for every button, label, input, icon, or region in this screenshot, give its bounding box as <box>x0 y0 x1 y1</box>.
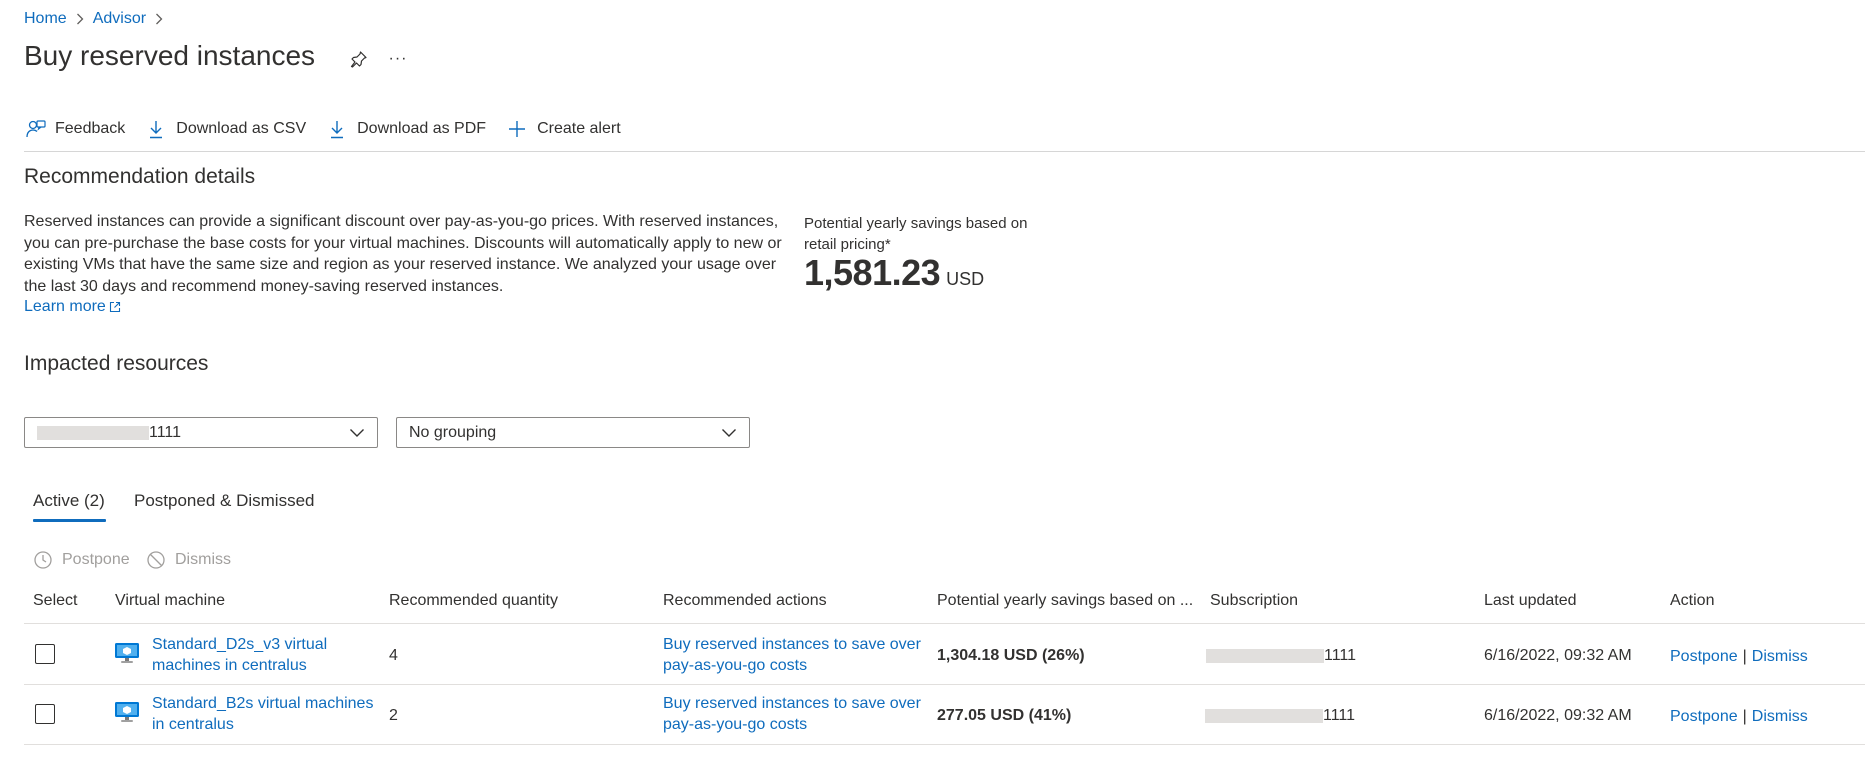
column-header-last-updated[interactable]: Last updated <box>1484 592 1577 610</box>
column-header-action: Action <box>1670 592 1715 609</box>
savings-label: Potential yearly savings based on retail… <box>804 215 1028 253</box>
learn-more-link[interactable]: Learn more <box>24 298 121 316</box>
feedback-icon <box>24 118 46 140</box>
recommended-quantity: 2 <box>389 707 398 724</box>
vm-name-link[interactable]: Standard_B2s virtual machines in central… <box>152 693 382 735</box>
tab-active[interactable]: Active (2) <box>33 491 105 511</box>
recommendation-description: Reserved instances can provide a signifi… <box>24 213 782 295</box>
tab-active-indicator <box>33 519 106 522</box>
chevron-down-icon <box>349 428 365 438</box>
column-header-virtual-machine[interactable]: Virtual machine <box>115 592 225 610</box>
create-alert-label: Create alert <box>537 120 621 137</box>
postpone-label: Postpone <box>62 551 130 568</box>
clock-icon <box>33 550 53 570</box>
last-updated: 6/16/2022, 09:32 AM <box>1484 647 1632 664</box>
subscription-value: 1111 <box>1206 645 1356 666</box>
download-icon <box>145 118 167 140</box>
download-pdf-button[interactable]: Download as PDF <box>326 118 486 140</box>
column-header-quantity[interactable]: Recommended quantity <box>389 592 558 610</box>
column-header-recommended-actions[interactable]: Recommended actions <box>663 592 827 610</box>
download-csv-label: Download as CSV <box>176 120 307 137</box>
vm-icon <box>114 642 140 667</box>
redacted-subscription <box>1205 708 1323 723</box>
download-csv-button[interactable]: Download as CSV <box>145 118 306 140</box>
row-select-checkbox[interactable] <box>35 704 55 724</box>
savings-summary: 1,581.23 USD <box>804 252 984 294</box>
redacted-subscription <box>1206 648 1324 663</box>
subscription-filter-dropdown[interactable]: 1111 <box>24 417 378 448</box>
dismiss-label: Dismiss <box>175 551 231 568</box>
row-divider <box>24 744 1865 745</box>
breadcrumb: Home Advisor <box>24 8 172 30</box>
column-header-subscription[interactable]: Subscription <box>1210 592 1298 610</box>
more-icon[interactable]: ··· <box>387 48 409 70</box>
toolbar-divider <box>24 151 1865 152</box>
page-title: Buy reserved instances <box>24 40 316 71</box>
column-header-select: Select <box>33 592 78 609</box>
tab-postponed-dismissed[interactable]: Postponed & Dismissed <box>134 491 314 511</box>
postpone-button[interactable]: Postpone <box>33 550 130 570</box>
chevron-right-icon <box>76 13 84 25</box>
row-divider <box>24 684 1865 685</box>
impacted-resources-title: Impacted resources <box>24 352 209 375</box>
breadcrumb-home[interactable]: Home <box>24 10 67 28</box>
chevron-down-icon <box>721 428 737 438</box>
recommended-quantity: 4 <box>389 647 398 664</box>
row-postpone-link[interactable]: Postpone <box>1670 648 1738 665</box>
external-link-icon <box>109 301 121 313</box>
last-updated: 6/16/2022, 09:32 AM <box>1484 707 1632 724</box>
recommended-action-link[interactable]: Buy reserved instances to save over pay-… <box>663 634 923 676</box>
savings-unit: USD <box>946 269 985 289</box>
row-dismiss-link[interactable]: Dismiss <box>1752 708 1808 725</box>
column-header-savings[interactable]: Potential yearly savings based on ... <box>937 592 1193 610</box>
feedback-label: Feedback <box>55 120 126 137</box>
recommended-action-link[interactable]: Buy reserved instances to save over pay-… <box>663 693 923 735</box>
feedback-button[interactable]: Feedback <box>24 118 125 140</box>
action-separator: | <box>1742 648 1747 665</box>
learn-more-label: Learn more <box>24 298 106 315</box>
grouping-dropdown[interactable]: No grouping <box>396 417 750 448</box>
pin-icon[interactable] <box>348 48 370 70</box>
action-separator: | <box>1742 708 1747 725</box>
savings-value: 277.05 USD (41%) <box>937 707 1072 724</box>
recommendation-details-title: Recommendation details <box>24 165 256 188</box>
savings-amount: 1,581.23 <box>804 252 941 293</box>
download-pdf-label: Download as PDF <box>357 120 487 137</box>
row-actions: Postpone | Dismiss <box>1670 646 1808 667</box>
row-actions: Postpone | Dismiss <box>1670 706 1808 727</box>
row-dismiss-link[interactable]: Dismiss <box>1752 648 1808 665</box>
row-postpone-link[interactable]: Postpone <box>1670 708 1738 725</box>
savings-value: 1,304.18 USD (26%) <box>937 647 1085 664</box>
block-icon <box>146 550 166 570</box>
dismiss-button[interactable]: Dismiss <box>146 550 231 570</box>
add-icon <box>506 118 528 140</box>
vm-icon <box>114 701 140 726</box>
redacted-subscription <box>37 425 149 440</box>
grouping-value: No grouping <box>409 423 497 441</box>
command-bar: Feedback Download as CSV Download as PDF… <box>24 116 641 142</box>
breadcrumb-advisor[interactable]: Advisor <box>93 10 146 28</box>
chevron-right-icon <box>155 13 163 25</box>
vm-name-link[interactable]: Standard_D2s_v3 virtual machines in cent… <box>152 634 377 676</box>
download-icon <box>326 118 348 140</box>
create-alert-button[interactable]: Create alert <box>506 118 621 140</box>
subscription-value: 1111 <box>1205 705 1355 726</box>
subscription-filter-value: 1111 <box>37 424 181 442</box>
header-divider <box>24 623 1865 624</box>
row-select-checkbox[interactable] <box>35 644 55 664</box>
